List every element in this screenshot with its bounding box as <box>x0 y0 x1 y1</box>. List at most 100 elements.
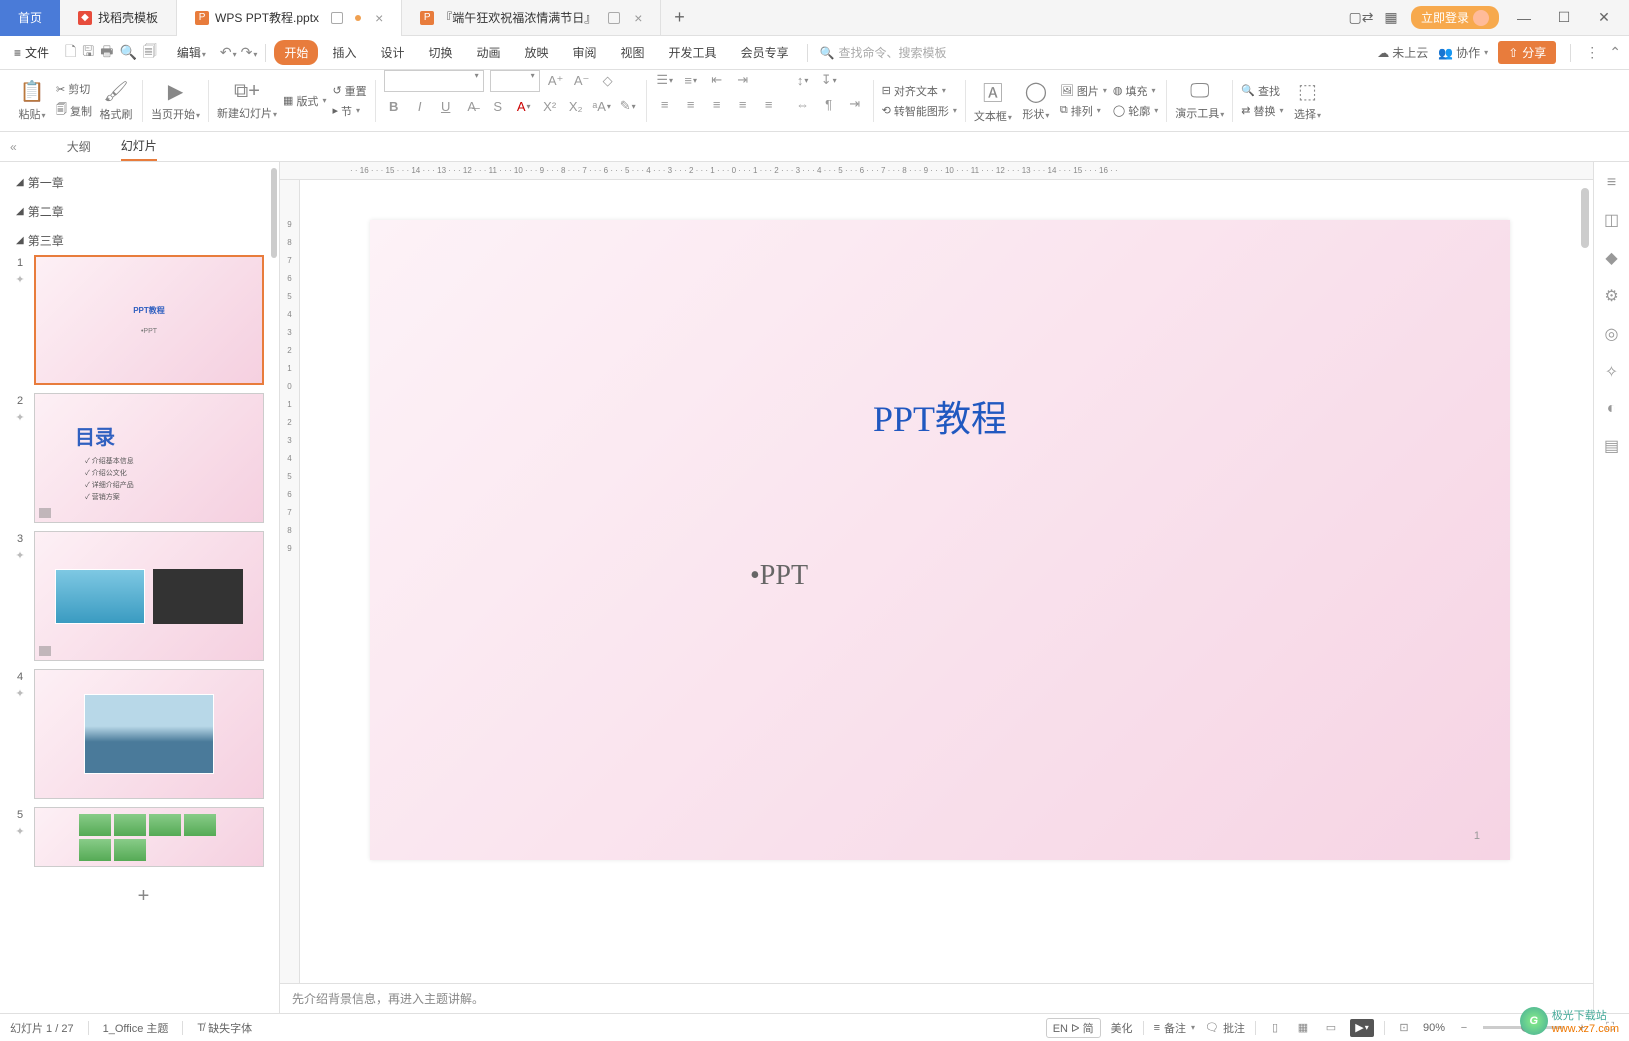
tab-start[interactable]: 开始 <box>274 40 318 65</box>
cloud-button[interactable]: ☁未上云 <box>1377 44 1428 61</box>
select-button[interactable]: ⬚选择▾ <box>1289 79 1325 122</box>
format-painter-button[interactable]: 🖌格式刷 <box>98 79 134 122</box>
collab-button[interactable]: 👥协作▾ <box>1438 44 1488 61</box>
fit-button[interactable]: ⊡ <box>1395 1019 1413 1037</box>
outline-button[interactable]: ◯轮廓▾ <box>1113 103 1158 119</box>
arrange-button[interactable]: ⧉排列▾ <box>1060 103 1107 119</box>
tab-transition[interactable]: 切换 <box>418 40 462 65</box>
distribute-button[interactable]: ≡ <box>759 94 779 114</box>
change-case-button[interactable]: ᵃA▾ <box>592 96 612 116</box>
bold-button[interactable]: B <box>384 96 404 116</box>
underline-button[interactable]: U <box>436 96 456 116</box>
vertical-ruler[interactable]: 9876543210123456789 <box>280 180 300 983</box>
text-direction-button[interactable]: ↧▾ <box>819 70 839 90</box>
star-icon[interactable]: ✦ <box>15 825 24 838</box>
numbering-button[interactable]: ≡▾ <box>681 70 701 90</box>
indent-dec-button[interactable]: ⇤ <box>707 70 727 90</box>
textbox-button[interactable]: 🄰文本框▾ <box>974 77 1012 124</box>
language-button[interactable]: EN ᐅ 简 <box>1046 1018 1101 1038</box>
rail-expand-icon[interactable]: ≡ <box>1607 174 1616 192</box>
shape-button[interactable]: ◯形状▾ <box>1018 79 1054 122</box>
align-text-button[interactable]: ⊟对齐文本▾ <box>882 83 957 99</box>
copy-button[interactable]: 🗐复制 <box>56 101 92 120</box>
rail-animation-icon[interactable]: ✧ <box>1605 362 1618 382</box>
tab-review[interactable]: 审阅 <box>563 40 607 65</box>
rail-material-icon[interactable]: ◎ <box>1605 324 1619 344</box>
minimize-button[interactable]: — <box>1509 10 1539 26</box>
tab-template[interactable]: ◆ 找稻壳模板 <box>60 0 177 36</box>
paste-button[interactable]: 📋粘贴▾ <box>14 79 50 122</box>
tab-view[interactable]: 视图 <box>611 40 655 65</box>
find-button[interactable]: 🔍查找 <box>1241 83 1283 99</box>
edit-menu[interactable]: 编辑▾ <box>167 40 216 65</box>
slide-thumb-5[interactable] <box>34 807 264 867</box>
notes-pane[interactable]: 先介绍背景信息，再进入主题讲解。 <box>280 983 1593 1013</box>
cut-button[interactable]: ✂剪切 <box>56 81 92 97</box>
close-icon[interactable]: × <box>375 10 383 26</box>
reading-view-button[interactable]: ▭ <box>1322 1019 1340 1037</box>
missing-font-button[interactable]: T̸缺失字体 <box>197 1020 252 1036</box>
bullets-button[interactable]: ☰▾ <box>655 70 675 90</box>
star-icon[interactable]: ✦ <box>15 687 24 700</box>
horizontal-ruler[interactable]: · · 16 · · · 15 · · · 14 · · · 13 · · · … <box>280 162 1593 180</box>
skin-icon[interactable]: ▢⇄ <box>1351 8 1371 28</box>
file-menu[interactable]: ≡ 文件 <box>8 42 55 63</box>
maximize-button[interactable]: ☐ <box>1549 9 1579 26</box>
font-color-button[interactable]: A▾ <box>514 96 534 116</box>
share-button[interactable]: ⇧分享 <box>1498 41 1556 64</box>
tab-button[interactable]: ⇥ <box>845 94 865 114</box>
tab-design[interactable]: 设计 <box>370 40 414 65</box>
print-icon[interactable]: 🖶 <box>100 41 113 65</box>
slide-thumb-2[interactable]: 目录 ✓ 介绍基本信息 ✓ 介绍公文化 ✓ 详细介绍产品 ✓ 营销方案 <box>34 393 264 523</box>
new-icon[interactable]: 🗋 <box>65 41 76 65</box>
save-icon[interactable]: 🖫 <box>82 41 94 65</box>
rail-color-icon[interactable]: ◐ <box>1607 400 1617 418</box>
fill-button[interactable]: ◍填充▾ <box>1113 83 1158 99</box>
tab-animation[interactable]: 动画 <box>466 40 510 65</box>
scrollbar[interactable] <box>271 168 277 258</box>
new-slide-button[interactable]: ⧉+新建幻灯片▾ <box>217 80 277 121</box>
redo-button[interactable]: ↷▾ <box>241 44 258 61</box>
undo-button[interactable]: ↶▾ <box>220 44 237 61</box>
align-center-button[interactable]: ≡ <box>681 94 701 114</box>
replace-button[interactable]: ⇄替换▾ <box>1241 103 1283 119</box>
message-icon[interactable] <box>331 12 343 24</box>
paragraph-button[interactable]: ¶ <box>819 94 839 114</box>
strike-button[interactable]: A̶ <box>462 96 482 116</box>
slides-tab[interactable]: 幻灯片 <box>121 132 157 161</box>
zoom-out-button[interactable]: − <box>1455 1019 1473 1037</box>
tab-insert[interactable]: 插入 <box>322 40 366 65</box>
theme-name[interactable]: 1_Office 主题 <box>103 1020 169 1036</box>
grow-font-button[interactable]: A⁺ <box>546 71 566 91</box>
slide-thumb-3[interactable] <box>34 531 264 661</box>
tab-home[interactable]: 首页 <box>0 0 60 36</box>
add-slide-button[interactable]: + <box>12 875 275 918</box>
chapter-2[interactable]: ◢第二章 <box>12 197 275 226</box>
chapter-1[interactable]: ◢第一章 <box>12 168 275 197</box>
collapse-panel-button[interactable]: « <box>10 140 17 154</box>
star-icon[interactable]: ✦ <box>15 549 24 562</box>
subscript-button[interactable]: X₂ <box>566 96 586 116</box>
rail-template-icon[interactable]: ◫ <box>1604 210 1619 230</box>
slide-thumb-1[interactable]: PPT教程•PPT <box>34 255 264 385</box>
normal-view-button[interactable]: ▯ <box>1266 1019 1284 1037</box>
more-icon[interactable]: ⋮ <box>1585 44 1599 61</box>
export-icon[interactable]: 🗐 <box>143 41 157 65</box>
rail-layers-icon[interactable]: ▤ <box>1604 436 1619 456</box>
chapter-3[interactable]: ◢第三章 <box>12 226 275 255</box>
rail-style-icon[interactable]: ◆ <box>1605 248 1617 268</box>
tab-slideshow[interactable]: 放映 <box>515 40 559 65</box>
font-select[interactable]: ▾ <box>384 70 484 92</box>
tab-active-file[interactable]: P WPS PPT教程.pptx × <box>177 0 402 36</box>
slide-thumb-4[interactable] <box>34 669 264 799</box>
clear-format-button[interactable]: ◇ <box>598 71 618 91</box>
apps-icon[interactable]: ▦ <box>1381 8 1401 28</box>
align-left-button[interactable]: ≡ <box>655 94 675 114</box>
notes-toggle[interactable]: ≡备注▾ <box>1154 1020 1195 1036</box>
from-current-button[interactable]: ▶当页开始▾ <box>151 79 200 122</box>
slide-viewport[interactable]: A9 A10 PPT教程 •PPT 1 <box>300 180 1593 983</box>
message-icon[interactable] <box>608 12 620 24</box>
picture-button[interactable]: 🖼图片▾ <box>1060 83 1107 99</box>
layout-button[interactable]: ▦版式▾ <box>283 93 326 109</box>
expand-icon[interactable]: ⌃ <box>1609 44 1621 61</box>
